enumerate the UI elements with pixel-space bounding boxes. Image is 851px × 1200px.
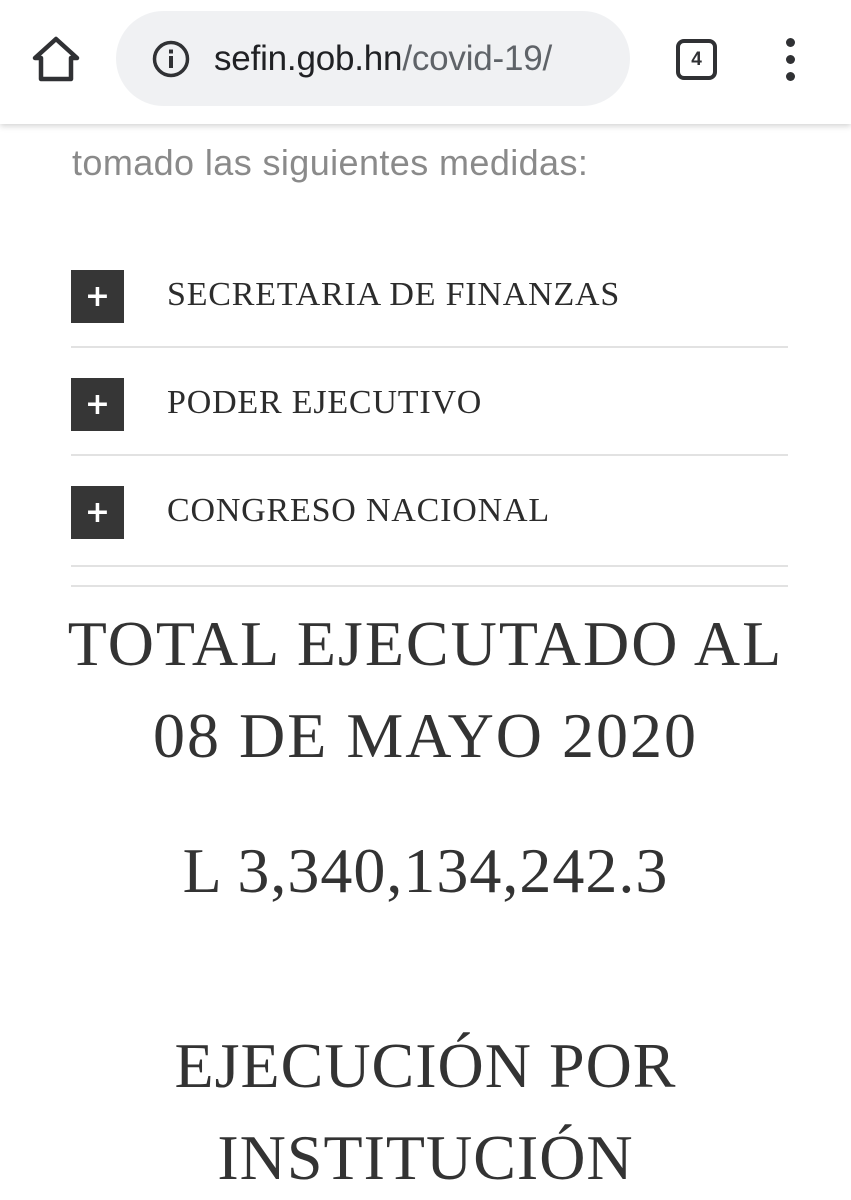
accordion: + SECRETARIA DE FINANZAS + PODER EJECUTI…: [71, 240, 788, 564]
url-text[interactable]: sefin.gob.hn/covid-19/: [214, 39, 552, 79]
accordion-label[interactable]: CONGRESO NACIONAL: [167, 492, 550, 530]
expand-plus-icon[interactable]: +: [71, 378, 124, 431]
accordion-label[interactable]: PODER EJECUTIVO: [167, 384, 482, 422]
total-title-line1: TOTAL EJECUTADO AL: [67, 608, 784, 679]
total-title-line2: 08 DE MAYO 2020: [153, 700, 698, 771]
address-bar[interactable]: sefin.gob.hn/covid-19/: [116, 11, 630, 106]
accordion-item-poder-ejecutivo[interactable]: + PODER EJECUTIVO: [71, 348, 788, 456]
expand-plus-icon[interactable]: +: [71, 486, 124, 539]
intro-text: tomado las siguientes medidas:: [72, 142, 589, 183]
more-vert-icon[interactable]: [780, 38, 802, 82]
info-icon[interactable]: [152, 40, 190, 78]
section-title-line1: EJECUCIÓN POR: [174, 1030, 677, 1101]
home-icon[interactable]: [30, 34, 82, 84]
total-amount: L 3,340,134,242.3: [182, 835, 669, 906]
accordion-item-congreso-nacional[interactable]: + CONGRESO NACIONAL: [71, 456, 788, 564]
accordion-item-secretaria-de-finanzas[interactable]: + SECRETARIA DE FINANZAS: [71, 240, 788, 348]
tab-switcher-icon[interactable]: 4: [676, 39, 717, 80]
total-executed-heading: TOTAL EJECUTADO AL 08 DE MAYO 2020: [0, 598, 851, 782]
accordion-label[interactable]: SECRETARIA DE FINANZAS: [167, 276, 620, 314]
url-path: /covid-19/: [402, 39, 553, 78]
url-domain: sefin.gob.hn: [214, 39, 403, 78]
tab-count: 4: [691, 48, 702, 70]
browser-toolbar: sefin.gob.hn/covid-19/ 4: [0, 0, 851, 124]
divider: [71, 565, 788, 587]
expand-plus-icon[interactable]: +: [71, 270, 124, 323]
execution-by-institution-heading: EJECUCIÓN POR INSTITUCIÓN: [0, 1020, 851, 1200]
section-title-line2: INSTITUCIÓN: [217, 1122, 634, 1193]
